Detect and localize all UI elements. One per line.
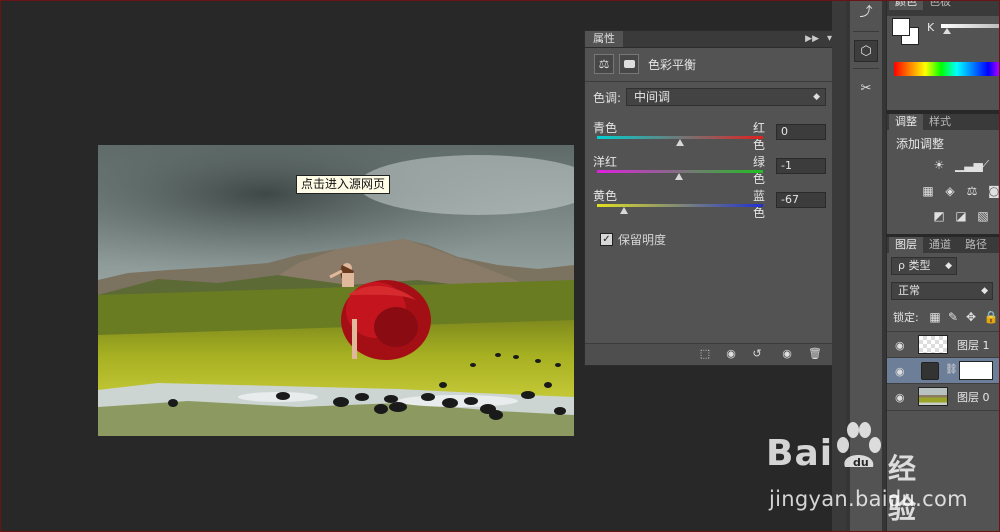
tab-channels[interactable]: 通道 [923, 237, 957, 253]
invert-icon[interactable]: ◩ [931, 209, 947, 223]
properties-tab[interactable]: 属性 [585, 31, 623, 47]
properties-panel: 属性 ▶▶ ▾☰ ⚖ 色彩平衡 色调: 中间调 ◆ 青色 红色 0 洋红 绿色 … [584, 30, 846, 366]
checkbox[interactable]: ✓ [600, 233, 613, 246]
lock-position-icon[interactable]: ✥ [963, 310, 979, 324]
color-balance-adjustment-icon [921, 362, 939, 380]
visibility-eye-icon[interactable]: ◉ [779, 347, 795, 361]
color-balance-icon[interactable]: ⚖ [964, 184, 980, 198]
tab-swatches[interactable]: 色板 [923, 0, 957, 10]
slider-value-input[interactable]: 0 [776, 124, 826, 140]
divider [853, 68, 879, 69]
layer-thumbnail [918, 335, 948, 354]
slider-thumb[interactable] [676, 139, 684, 146]
lock-transparent-icon[interactable]: ▦ [927, 310, 943, 324]
lock-all-icon[interactable]: 🔒 [983, 310, 999, 324]
chain-link-icon[interactable]: ⛓ [945, 364, 958, 375]
tab-color[interactable]: 颜色 [889, 0, 923, 10]
levels-icon[interactable]: ▁▃▅ [955, 158, 983, 172]
reset-icon[interactable]: ↺ [749, 347, 765, 361]
slider-thumb[interactable] [620, 207, 629, 214]
layer-thumbnail [918, 387, 948, 406]
slider-left-label: 青色 [593, 121, 618, 135]
collapse-icon[interactable]: ▶▶ [805, 31, 819, 47]
preserve-luminosity[interactable]: ✓ 保留明度 [600, 231, 666, 248]
camera-icon[interactable]: ◙ [986, 184, 1000, 198]
history-icon[interactable]: ⤴ [854, 2, 878, 24]
hue-saturation-icon[interactable]: ◈ [942, 184, 958, 198]
tone-label: 色调: [593, 91, 622, 105]
updown-arrow-icon: ◆ [981, 286, 988, 296]
gradient-map-icon[interactable]: ▧ [975, 209, 991, 223]
tab-paths[interactable]: 路径 [959, 237, 993, 253]
divider [853, 31, 879, 32]
layer-name[interactable]: 图层 1 [957, 337, 990, 353]
eye-icon[interactable]: ◉ [895, 365, 905, 378]
baidu-paw-logo: du [837, 422, 881, 469]
tab-styles[interactable]: 样式 [923, 114, 957, 130]
yellow-blue-slider: 黄色 蓝色 -67 [593, 187, 831, 227]
layer-filter-value: ρ 类型 [898, 259, 931, 272]
properties-header: ⚖ 色彩平衡 [594, 53, 696, 75]
color-tabs: 颜色 色板 [887, 0, 1000, 16]
blend-mode-select[interactable]: 正常 ◆ [891, 282, 993, 300]
layer-row[interactable]: ◉ 图层 0 [887, 383, 1000, 411]
properties-tabbar: 属性 ▶▶ ▾☰ [585, 31, 845, 48]
color-panel: 颜色 色板 K [886, 0, 1000, 110]
color-spectrum[interactable] [894, 62, 1000, 76]
slider-value-input[interactable]: -67 [776, 192, 826, 208]
tone-select[interactable]: 中间调 ◆ [626, 88, 826, 106]
adjustments-panel: 调整 样式 添加调整 ☀ ▁▃▅ ⟋ ▦ ◈ ⚖ ◙ ◩ ◪ ▧ [886, 114, 1000, 234]
tab-adjustments[interactable]: 调整 [889, 114, 923, 130]
divider [585, 81, 845, 82]
preserve-luminosity-label: 保留明度 [618, 233, 667, 247]
clip-to-layer-icon[interactable]: ⬚ [697, 347, 713, 361]
layer-row[interactable]: ◉ 图层 1 [887, 331, 1000, 358]
updown-arrow-icon: ◆ [945, 261, 952, 271]
layer-name[interactable]: 图层 0 [957, 389, 990, 405]
slider-value-input[interactable]: -1 [776, 158, 826, 174]
3d-cube-icon[interactable]: ⬡ [854, 40, 878, 62]
curves-icon[interactable]: ⟋ [977, 158, 993, 172]
slider-thumb[interactable] [675, 173, 684, 180]
adjustment-title: 色彩平衡 [648, 57, 697, 72]
view-previous-icon[interactable]: ◉ [723, 347, 739, 361]
layers-tabs: 图层 通道 路径 [887, 237, 1000, 253]
trash-icon[interactable]: 🗑 [807, 347, 823, 361]
foreground-color-swatch[interactable] [892, 18, 910, 36]
slider-left-label: 洋红 [593, 155, 618, 169]
watermark-url: jingyan.baidu.com [769, 487, 968, 511]
brightness-icon[interactable]: ☀ [931, 158, 947, 172]
lock-image-icon[interactable]: ✎ [945, 310, 961, 324]
layer-mask-icon[interactable] [619, 54, 639, 74]
lock-label: 锁定: [893, 311, 919, 324]
slider-left-label: 黄色 [593, 189, 618, 203]
tab-layers[interactable]: 图层 [889, 237, 923, 253]
watermark-brand: Bai [766, 433, 834, 474]
adjustments-tabs: 调整 样式 [887, 114, 1000, 130]
add-adjustment-title: 添加调整 [896, 137, 945, 151]
posterize-icon[interactable]: ◪ [953, 209, 969, 223]
vibrance-icon[interactable]: ▦ [920, 184, 936, 198]
channel-label: K [927, 21, 935, 34]
blend-mode-value: 正常 [898, 284, 920, 297]
source-page-tooltip[interactable]: 点击进入源网页 [296, 175, 391, 194]
k-slider-thumb[interactable] [943, 28, 951, 34]
layer-row-selected[interactable]: ◉ ⛓ [887, 357, 1000, 384]
layer-filter-select[interactable]: ρ 类型 ◆ [891, 257, 957, 275]
svg-text:du: du [853, 456, 869, 469]
eye-icon[interactable]: ◉ [895, 339, 905, 352]
tool-presets-icon[interactable]: ✂ [854, 78, 878, 100]
layer-mask-thumbnail[interactable] [959, 361, 993, 380]
balance-scale-icon[interactable]: ⚖ [594, 54, 614, 74]
baidu-watermark: Bai du 经验 jingyan.baidu.com [766, 422, 968, 525]
properties-footer: ⬚ ◉ ↺ ◉ 🗑 [585, 343, 845, 365]
eye-icon[interactable]: ◉ [895, 391, 905, 404]
updown-arrow-icon: ◆ [813, 92, 820, 102]
tone-value: 中间调 [634, 90, 671, 104]
